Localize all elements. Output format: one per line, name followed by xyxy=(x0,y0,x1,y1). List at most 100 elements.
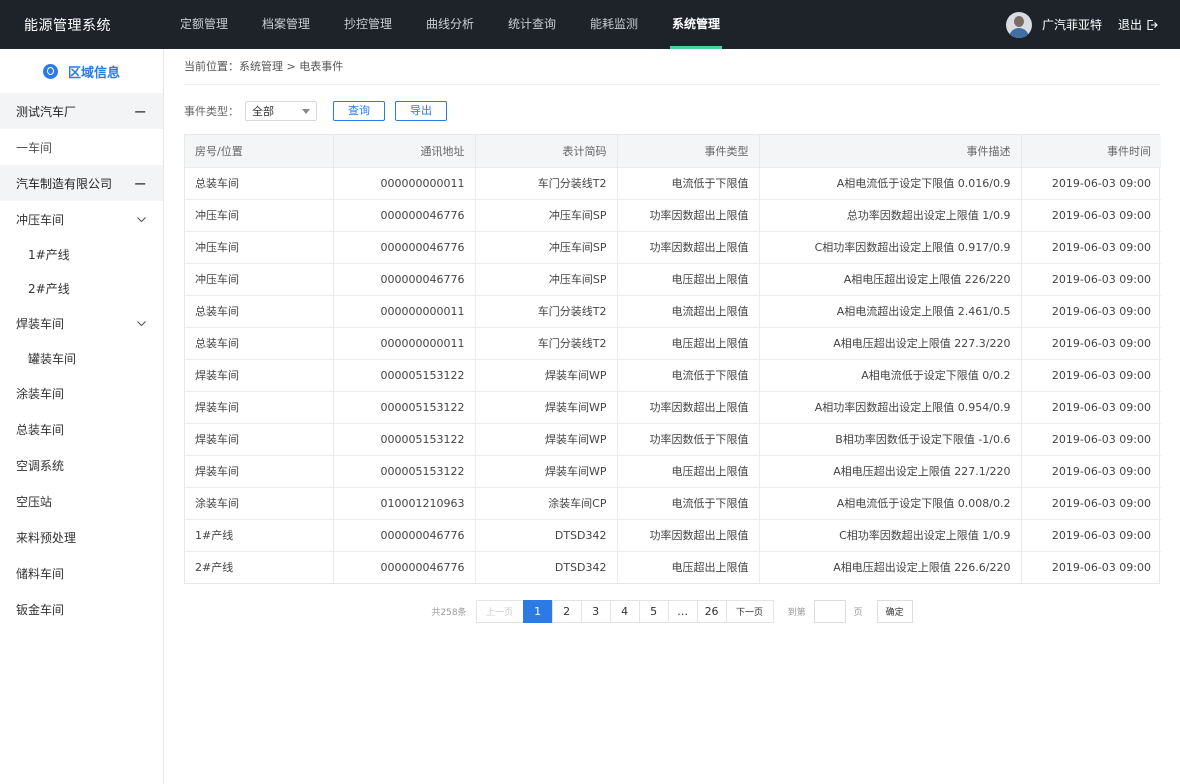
sidebar-item[interactable]: 汽车制造有限公司 − xyxy=(0,165,163,201)
page-button[interactable]: 3 xyxy=(580,600,611,623)
nav-tab[interactable]: 曲线分析 xyxy=(409,0,491,49)
page-button[interactable]: 26 xyxy=(696,600,727,623)
total-count: 共258条 xyxy=(431,608,467,618)
table-row: 冲压车间 000000046776 冲压车间SP 功率因数超出上限值 总功率因数超出设定… xyxy=(185,198,1161,231)
sidebar-item[interactable]: 焊装车间 xyxy=(0,305,163,341)
table-cell: 焊装车间 xyxy=(185,422,334,455)
sidebar-item[interactable]: 1#产线 xyxy=(0,237,163,271)
query-button[interactable]: 查询 xyxy=(333,101,385,121)
table-cell: 010001210963 xyxy=(333,486,476,519)
nav-tab[interactable]: 系统管理 xyxy=(655,0,737,49)
table-cell: A相电压超出设定上限值 226/220 xyxy=(759,262,1022,295)
column-header: 通讯地址 xyxy=(333,135,476,167)
page-button[interactable]: 4 xyxy=(609,600,640,623)
caret-down-icon xyxy=(302,108,310,114)
table-cell: 2019-06-03 09:00 xyxy=(1021,198,1161,231)
sidebar-item-label: 冲压车间 xyxy=(16,212,65,227)
sidebar-item[interactable]: 空调系统 xyxy=(0,447,163,483)
table-cell: 电流低于下限值 xyxy=(617,486,760,519)
sidebar-item-label: 总装车间 xyxy=(16,422,65,437)
logout-button[interactable]: 退出 xyxy=(1118,16,1158,33)
collapse-icon[interactable]: − xyxy=(134,174,147,193)
table-cell: 000000046776 xyxy=(333,550,476,583)
page-button[interactable]: 5 xyxy=(638,600,669,623)
breadcrumb: 当前位置：系统管理 > 电表事件 xyxy=(184,49,1160,85)
sidebar-item-label: 1#产线 xyxy=(28,247,70,262)
table-cell: 000000000011 xyxy=(333,294,476,327)
sidebar-item[interactable]: 测试汽车厂 − xyxy=(0,93,163,129)
top-bar: 能源管理系统 定额管理 档案管理 抄控管理 曲线分析 统计查询 能耗监测 系统管理 广汽菲亚… xyxy=(0,0,1180,49)
sidebar-item[interactable]: 钣金车间 xyxy=(0,591,163,627)
sidebar-title: 区域信息 xyxy=(0,49,163,93)
table-cell: 电流低于下限值 xyxy=(617,358,760,391)
username: 广汽菲亚特 xyxy=(1041,18,1102,32)
table-cell: 000000046776 xyxy=(333,230,476,263)
table-cell: 电流低于下限值 xyxy=(617,166,760,199)
table-cell: 2019-06-03 09:00 xyxy=(1021,486,1161,519)
table-body: 总装车间 000000000011 车门分装线T2 电流低于下限值 A相电流低于设定下限… xyxy=(185,166,1161,583)
sidebar-item[interactable]: 空压站 xyxy=(0,483,163,519)
nav-tab[interactable]: 能耗监测 xyxy=(573,0,655,49)
page-button[interactable]: 2 xyxy=(551,600,582,623)
event-type-select[interactable]: 全部 xyxy=(245,101,317,121)
table-row: 焊装车间 000005153122 焊装车间WP 电流低于下限值 A相电流低于设定下限值… xyxy=(185,358,1161,391)
table-cell: 2019-06-03 09:00 xyxy=(1021,230,1161,263)
table-cell: 2019-06-03 09:00 xyxy=(1021,390,1161,423)
sidebar-item[interactable]: 总装车间 xyxy=(0,411,163,447)
sidebar-item[interactable]: 一车间 xyxy=(0,129,163,165)
table-cell: 000000000011 xyxy=(333,166,476,199)
sidebar-item-label: 来料预处理 xyxy=(16,530,77,545)
sidebar-item[interactable]: 冲压车间 xyxy=(0,201,163,237)
table-row: 总装车间 000000000011 车门分装线T2 电流低于下限值 A相电流低于设定下限… xyxy=(185,166,1161,199)
sidebar-item[interactable]: 来料预处理 xyxy=(0,519,163,555)
table-cell: 000000046776 xyxy=(333,198,476,231)
table-cell: A相电流低于设定下限值 0.008/0.2 xyxy=(759,486,1022,519)
table-cell: 2019-06-03 09:00 xyxy=(1021,326,1161,359)
page-ellipsis: … xyxy=(667,600,698,623)
table-cell: DTSD342 xyxy=(475,550,618,583)
goto-page-input[interactable] xyxy=(813,600,846,623)
column-header: 事件类型 xyxy=(617,135,760,167)
table-cell: 车门分装线T2 xyxy=(475,326,618,359)
event-type-label: 事件类型： xyxy=(184,105,239,118)
table-cell: 000005153122 xyxy=(333,454,476,487)
filter-bar: 事件类型： 全部 查询 导出 xyxy=(184,101,1160,121)
sidebar-item[interactable]: 储料车间 xyxy=(0,555,163,591)
next-page-button[interactable]: 下一页 xyxy=(725,600,774,623)
prev-page-button[interactable]: 上一页 xyxy=(475,600,524,623)
sidebar-item[interactable]: 罐装车间 xyxy=(0,341,163,375)
event-type-value: 全部 xyxy=(252,105,274,118)
table-cell: 000005153122 xyxy=(333,422,476,455)
chevron-down-icon[interactable] xyxy=(136,318,147,329)
table-cell: 2019-06-03 09:00 xyxy=(1021,262,1161,295)
export-button[interactable]: 导出 xyxy=(395,101,447,121)
confirm-button[interactable]: 确定 xyxy=(876,600,913,623)
table-cell: 焊装车间WP xyxy=(475,454,618,487)
sidebar-item[interactable]: 涂装车间 xyxy=(0,375,163,411)
chevron-down-icon[interactable] xyxy=(136,214,147,225)
table-cell: DTSD342 xyxy=(475,518,618,551)
table-cell: 涂装车间CP xyxy=(475,486,618,519)
table-cell: 冲压车间SP xyxy=(475,262,618,295)
table-cell: 2019-06-03 09:00 xyxy=(1021,358,1161,391)
table-cell: 电压超出上限值 xyxy=(617,262,760,295)
table-cell: A相电流低于设定下限值 0/0.2 xyxy=(759,358,1022,391)
sidebar-item-label: 焊装车间 xyxy=(16,316,65,331)
table-cell: 冲压车间SP xyxy=(475,230,618,263)
table-row: 冲压车间 000000046776 冲压车间SP 电压超出上限值 A相电压超出设定上限值… xyxy=(185,262,1161,295)
table-cell: 2019-06-03 09:00 xyxy=(1021,454,1161,487)
nav-tab[interactable]: 统计查询 xyxy=(491,0,573,49)
collapse-icon[interactable]: − xyxy=(134,102,147,121)
table-cell: 总功率因数超出设定上限值 1/0.9 xyxy=(759,198,1022,231)
page-button[interactable]: 1 xyxy=(522,600,553,623)
sidebar-title-label: 区域信息 xyxy=(67,65,120,81)
table-cell: 车门分装线T2 xyxy=(475,294,618,327)
table-cell: B相功率因数低于设定下限值 -1/0.6 xyxy=(759,422,1022,455)
nav-tab[interactable]: 抄控管理 xyxy=(327,0,409,49)
nav-tab[interactable]: 档案管理 xyxy=(245,0,327,49)
sidebar-item[interactable]: 2#产线 xyxy=(0,271,163,305)
table-cell: 功率因数超出上限值 xyxy=(617,390,760,423)
avatar[interactable] xyxy=(1005,11,1032,38)
sidebar-item-label: 储料车间 xyxy=(16,566,65,581)
nav-tab[interactable]: 定额管理 xyxy=(163,0,245,49)
